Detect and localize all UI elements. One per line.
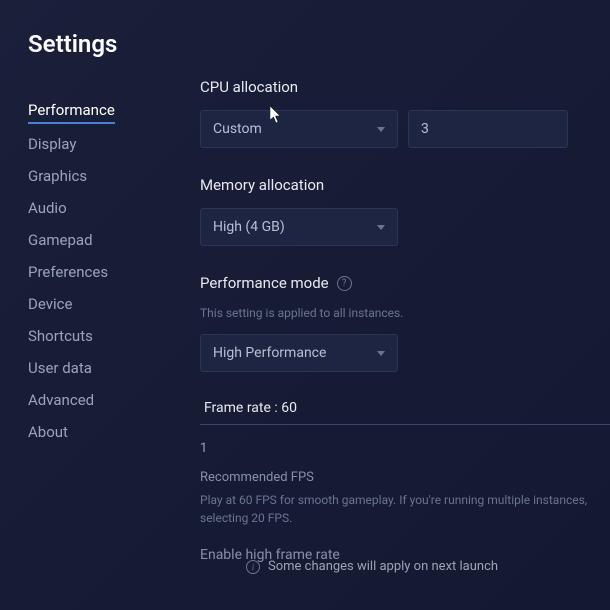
performance-value: High Performance: [213, 345, 326, 361]
sidebar-item-about[interactable]: About: [28, 416, 68, 448]
main-content: CPU allocation Custom 3 Memory allocatio…: [200, 0, 610, 610]
info-icon: i: [246, 560, 260, 574]
performance-label: Performance mode ?: [200, 274, 610, 292]
framerate-label: Frame rate : 60: [200, 400, 610, 416]
sidebar-item-audio[interactable]: Audio: [28, 192, 67, 224]
cpu-value-input[interactable]: 3: [408, 110, 568, 148]
help-icon[interactable]: ?: [337, 276, 352, 291]
sidebar-item-performance[interactable]: Performance: [28, 94, 115, 124]
footer-notice: i Some changes will apply on next launch: [246, 559, 498, 574]
recommended-text: Play at 60 FPS for smooth gameplay. If y…: [200, 491, 610, 527]
sidebar-item-graphics[interactable]: Graphics: [28, 160, 87, 192]
sidebar: Settings Performance Display Graphics Au…: [0, 0, 200, 610]
chevron-down-icon: [377, 225, 385, 230]
sidebar-item-gamepad[interactable]: Gamepad: [28, 224, 93, 256]
sidebar-item-device[interactable]: Device: [28, 288, 72, 320]
sidebar-item-userdata[interactable]: User data: [28, 352, 92, 384]
sidebar-item-display[interactable]: Display: [28, 128, 76, 160]
cpu-label: CPU allocation: [200, 78, 610, 96]
footer-text: Some changes will apply on next launch: [268, 559, 498, 574]
memory-value: High (4 GB): [213, 219, 285, 235]
sidebar-item-shortcuts[interactable]: Shortcuts: [28, 320, 93, 352]
performance-section: Performance mode ? This setting is appli…: [200, 274, 610, 372]
framerate-value: 1: [200, 441, 610, 456]
sidebar-item-preferences[interactable]: Preferences: [28, 256, 108, 288]
chevron-down-icon: [377, 351, 385, 356]
nav-list: Performance Display Graphics Audio Gamep…: [28, 94, 200, 448]
memory-section: Memory allocation High (4 GB): [200, 176, 610, 246]
memory-label: Memory allocation: [200, 176, 610, 194]
cpu-value: 3: [421, 121, 429, 137]
cpu-mode-value: Custom: [213, 121, 262, 137]
recommended-title: Recommended FPS: [200, 470, 610, 485]
page-title: Settings: [28, 30, 200, 58]
performance-select[interactable]: High Performance: [200, 334, 398, 372]
sidebar-item-advanced[interactable]: Advanced: [28, 384, 94, 416]
cpu-mode-select[interactable]: Custom: [200, 110, 398, 148]
chevron-down-icon: [377, 127, 385, 132]
performance-subtext: This setting is applied to all instances…: [200, 306, 610, 320]
framerate-section: Frame rate : 60 1 Recommended FPS Play a…: [200, 400, 610, 563]
memory-select[interactable]: High (4 GB): [200, 208, 398, 246]
cpu-section: CPU allocation Custom 3: [200, 78, 610, 148]
